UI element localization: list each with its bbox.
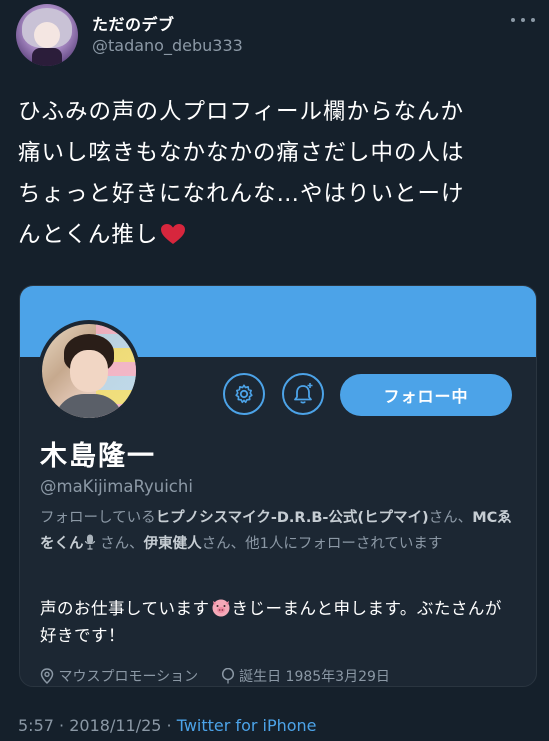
profile-location: マウスプロモーション — [58, 669, 199, 685]
followed-by-separator: さん、 — [428, 510, 473, 526]
tweet-timestamp: 5:57 · 2018/11/25 · Twitter for iPhone — [18, 716, 317, 735]
followed-by-user[interactable]: 伊東健人 — [144, 536, 202, 552]
avatar-face — [70, 350, 108, 392]
balloon-icon — [221, 667, 234, 684]
tweet-date[interactable]: 2018/11/25 — [69, 716, 161, 735]
tweet-author-handle[interactable]: @tadano_debu333 — [92, 36, 243, 55]
tweet-author-avatar[interactable] — [16, 4, 78, 66]
notification-button[interactable] — [282, 373, 324, 415]
avatar-collar — [32, 48, 62, 66]
location-icon — [40, 668, 54, 685]
microphone-icon — [84, 534, 95, 550]
followed-by-text: フォローしているヒプノシスマイク-D.R.B-公式(ヒプマイ)さん、MCゑをくん… — [40, 505, 520, 557]
separator: · — [166, 716, 172, 735]
quoted-profile-card[interactable]: フォロー中 木島隆一 @maKijimaRyuichi フォローしているヒプノシ… — [19, 285, 537, 687]
followed-by-separator: さん、 — [100, 536, 144, 552]
following-button[interactable]: フォロー中 — [340, 374, 512, 416]
profile-meta-row: マウスプロモーション 誕生日 1985年3月29日 — [40, 666, 390, 686]
profile-birthday: 誕生日 1985年3月29日 — [239, 669, 390, 685]
tweet-text: ひふみの声の人プロフィール欄からなんか 痛いし呟きもなかなかの痛さだし中の人は … — [18, 92, 538, 256]
gear-icon — [235, 384, 253, 404]
separator: · — [59, 716, 65, 735]
profile-handle[interactable]: @maKijimaRyuichi — [40, 477, 193, 496]
tweet-author-name[interactable]: ただのデブ — [92, 11, 175, 35]
tweet-source-link[interactable]: Twitter for iPhone — [177, 716, 317, 735]
followed-by-suffix: さん、他1人にフォローされています — [201, 536, 443, 552]
pig-icon — [212, 599, 230, 617]
settings-button[interactable] — [223, 373, 265, 415]
more-options-icon[interactable] — [511, 18, 535, 26]
profile-name[interactable]: 木島隆一 — [40, 434, 156, 473]
bell-plus-icon — [294, 383, 313, 404]
followed-by-user[interactable]: ヒプノシスマイク-D.R.B-公式(ヒプマイ) — [156, 510, 429, 526]
profile-bio: 声のお仕事しています きじーまんと申します。ぶたさんが好きです！ — [40, 595, 518, 649]
tweet-time[interactable]: 5:57 — [18, 716, 54, 735]
heart-icon — [161, 224, 186, 244]
tweet-body: ひふみの声の人プロフィール欄からなんか 痛いし呟きもなかなかの痛さだし中の人は … — [18, 99, 465, 248]
bio-text-1: 声のお仕事しています — [40, 599, 210, 618]
followed-by-prefix: フォローしている — [40, 510, 156, 526]
profile-avatar[interactable] — [38, 320, 140, 422]
avatar-face — [34, 22, 60, 48]
